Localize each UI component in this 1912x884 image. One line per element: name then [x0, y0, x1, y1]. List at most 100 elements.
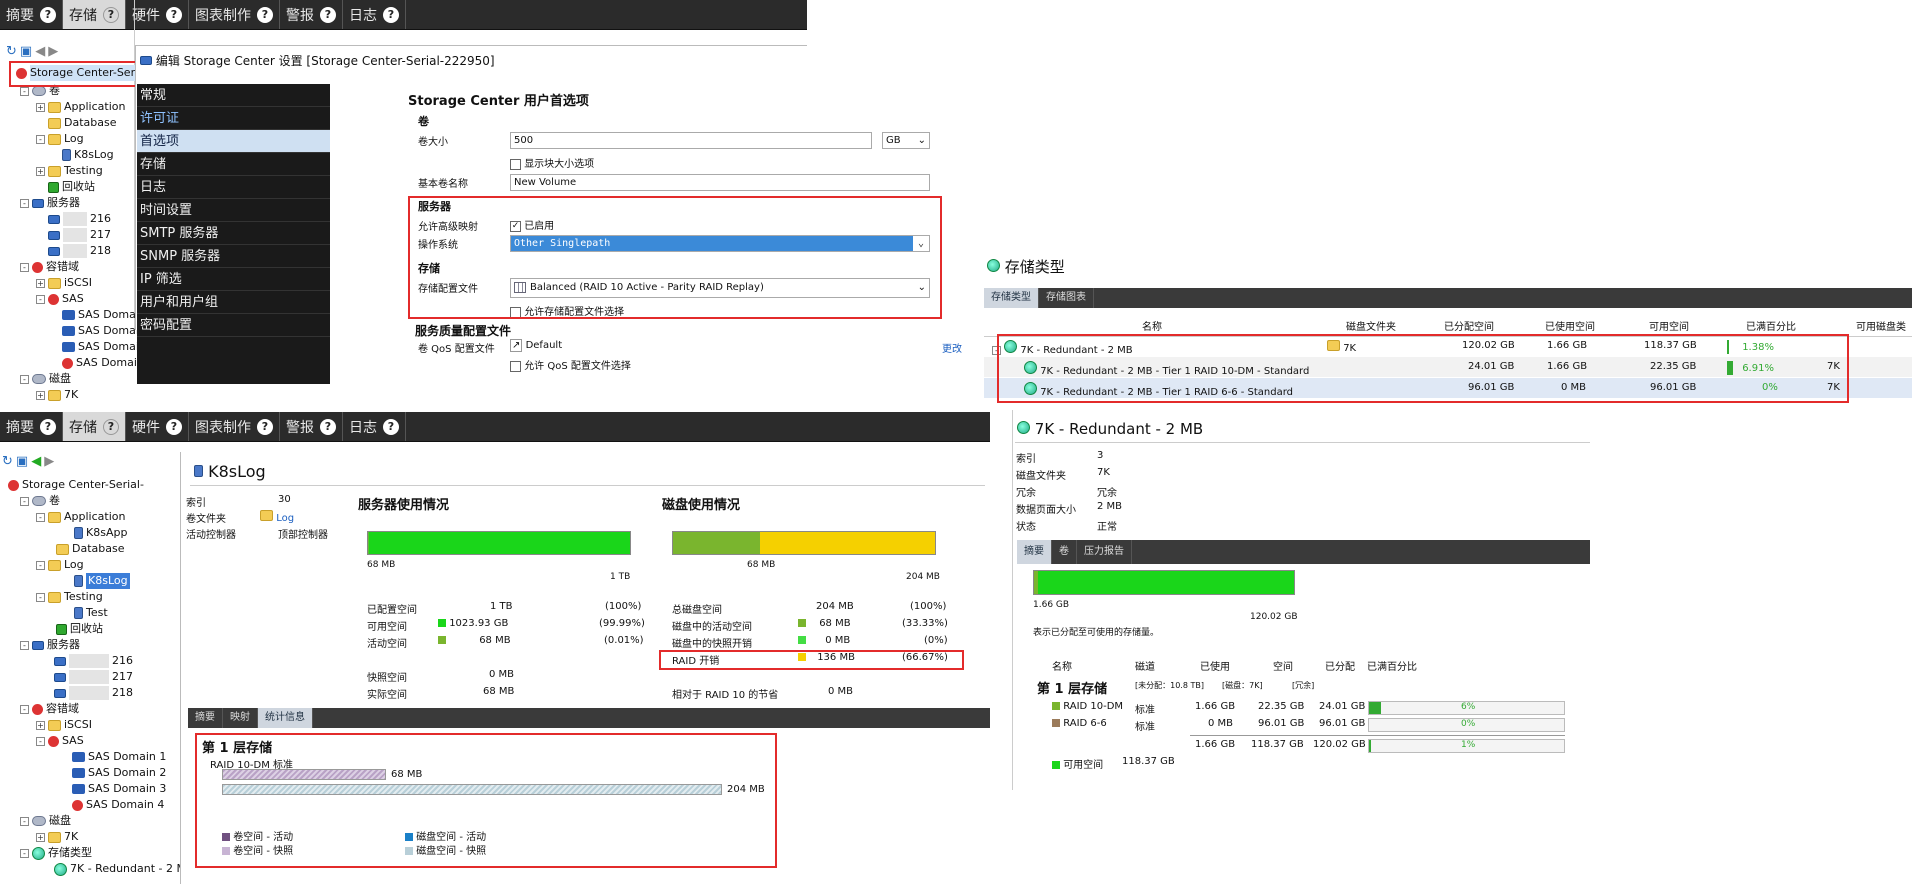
tab-charting[interactable]: 图表制作? [189, 0, 280, 29]
tree-node-servers[interactable]: 服务器 [47, 637, 80, 653]
tree-node-7k[interactable]: 7K [64, 829, 78, 845]
total-divider [1190, 735, 1565, 736]
disk-stat-value: 204 MB [816, 601, 854, 612]
help-icon[interactable]: ? [257, 6, 273, 23]
col-percent-full[interactable]: 已满百分比 [1746, 318, 1796, 333]
tree-node-iscsi[interactable]: iSCSI [64, 717, 92, 733]
srv-stat-label: 可用空间 [367, 622, 407, 633]
detail-bar-right: 120.02 GB [1250, 612, 1298, 622]
tree-node-storage-center[interactable]: Storage Center-Serial- [22, 477, 144, 493]
col-disk-folder[interactable]: 磁盘文件夹 [1346, 318, 1396, 333]
tree-node-k8sapp[interactable]: K8sApp [86, 525, 127, 541]
volume-size-input[interactable]: 500 [510, 132, 872, 149]
legend-swatch [222, 847, 230, 855]
detail-divider [1015, 442, 1590, 443]
prop-index-value: 30 [278, 494, 291, 505]
help-icon[interactable]: ? [383, 6, 399, 23]
col-disk-class[interactable]: 可用磁盘类 [1856, 318, 1906, 333]
subtab-statistics[interactable]: 统计信息 [258, 708, 313, 728]
tree-node-database[interactable]: Database [72, 541, 125, 557]
tab-alerts[interactable]: 警报? [280, 412, 343, 441]
server-bar-left: 68 MB [367, 560, 396, 570]
prop-value: 3 [1097, 450, 1104, 461]
detail-tier-title: 第 1 层存储 [1037, 682, 1108, 697]
storage-type-icon [1017, 421, 1030, 434]
tab-detail-summary[interactable]: 摘要 [1017, 540, 1052, 564]
disk-active-fill [673, 532, 761, 554]
tree-node-test[interactable]: Test [86, 605, 108, 621]
col-allocated: 已分配 [1325, 662, 1355, 673]
base-name-input[interactable]: New Volume [510, 174, 930, 191]
raid-row-pct-bar: 0% [1368, 718, 1565, 732]
tree-node-volumes[interactable]: 卷 [49, 493, 60, 509]
tree-node-application[interactable]: Application [64, 509, 125, 525]
prop-folder-value[interactable]: Log [260, 510, 294, 524]
tree-node-sas-domain-3[interactable]: SAS Domain 3 [88, 781, 166, 797]
sas-domain-icon [72, 768, 85, 778]
tree-node-sas-domain-2[interactable]: SAS Domain 2 [88, 765, 166, 781]
prop-value: 7K [1097, 467, 1110, 478]
tab-logs[interactable]: 日志? [343, 412, 406, 441]
srv-stat-value: 0 MB [489, 669, 515, 680]
volume-unit-select[interactable]: GB ⌄ [882, 132, 930, 149]
tree-node-server-217[interactable]: 217 [112, 669, 133, 685]
servers-icon [32, 640, 44, 650]
title-divider [190, 485, 985, 486]
section-volume: 卷 [418, 115, 429, 128]
tree-node-testing[interactable]: Testing [64, 589, 103, 605]
prop-label: 索引 [1016, 454, 1036, 465]
raid-row-used: 0 MB [1208, 718, 1234, 729]
col-allocated[interactable]: 已分配空间 [1444, 318, 1494, 333]
tree-node-server-216[interactable]: 216 [112, 653, 133, 669]
show-block-size[interactable]: 显示块大小选项 [510, 155, 594, 170]
show-block-checkbox[interactable] [510, 158, 521, 170]
tier-volume-bar [222, 769, 386, 780]
col-free[interactable]: 可用空间 [1649, 318, 1689, 333]
detail-usage-bar [1033, 570, 1295, 595]
total-pct-fill [1369, 740, 1371, 752]
srv-stat-pct: (100%) [605, 601, 642, 612]
tree-node-server-218[interactable]: 218 [112, 685, 133, 701]
tree-node-7k-redundant[interactable]: 7K - Redundant - 2 MB [70, 861, 194, 877]
tab-detail-pressure[interactable]: 压力报告 [1077, 540, 1132, 564]
volume-size-label: 卷大小 [418, 137, 448, 148]
tier-meta-unallocated: [未分配：10.8 TB] [1135, 681, 1204, 690]
tree-node-log[interactable]: Log [64, 557, 84, 573]
tab-storage-types[interactable]: 存储类型 [984, 288, 1039, 308]
srv-stat-value: 68 MB [483, 686, 515, 697]
col-name[interactable]: 名称 [1142, 318, 1162, 333]
srv-stat-value: 1 TB [490, 601, 513, 612]
tree-node-recycle-bin[interactable]: 回收站 [70, 621, 103, 637]
qos-change-link[interactable]: 更改 [942, 340, 962, 355]
tree-node-k8slog[interactable]: K8sLog [86, 573, 130, 589]
raid-row-used: 1.66 GB [1195, 701, 1236, 712]
tree-node-disks[interactable]: 磁盘 [49, 813, 71, 829]
tree-node-sas[interactable]: SAS [62, 733, 84, 749]
subtab-summary[interactable]: 摘要 [188, 708, 223, 728]
detail-tabs: 摘要 卷 压力报告 [1017, 540, 1590, 564]
tree-node-fault-domains[interactable]: 容错域 [46, 701, 79, 717]
tree-node-sas-domain-1[interactable]: SAS Domain 1 [88, 749, 166, 765]
tab-charting[interactable]: 图表制作? [189, 412, 280, 441]
help-icon[interactable]: ? [383, 418, 399, 435]
col-used[interactable]: 已使用空间 [1545, 318, 1595, 333]
tab-storage-charts[interactable]: 存储图表 [1039, 288, 1094, 308]
tab-detail-volumes[interactable]: 卷 [1052, 540, 1077, 564]
tree-node-storage-types[interactable]: 存储类型 [48, 845, 92, 861]
tab-logs[interactable]: 日志? [343, 0, 406, 29]
raid-row-name: RAID 10-DM [1052, 701, 1123, 712]
storage-types-icon [32, 846, 45, 860]
tree-node-sas-domain-4[interactable]: SAS Domain 4 [86, 797, 164, 813]
disk-stat-label: 磁盘中的快照开销 [672, 639, 752, 650]
storage-type-icon [54, 862, 67, 876]
allow-qos-selection[interactable]: 允许 QoS 配置文件选择 [510, 357, 631, 372]
legend-swatch [405, 833, 413, 841]
help-icon[interactable]: ? [320, 6, 336, 23]
subtab-mappings[interactable]: 映射 [223, 708, 258, 728]
sas-domain-icon [72, 752, 85, 762]
allow-qos-checkbox[interactable] [510, 360, 521, 372]
help-icon[interactable]: ? [257, 418, 273, 435]
disk-stat-value: 0 MB [828, 686, 854, 697]
help-icon[interactable]: ? [320, 418, 336, 435]
tab-alerts[interactable]: 警报? [280, 0, 343, 29]
